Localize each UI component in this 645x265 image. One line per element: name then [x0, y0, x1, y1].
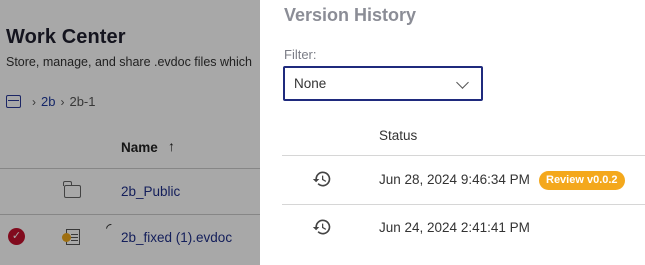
panel-title: Version History — [284, 5, 417, 25]
review-status-badge: Review v0.0.2 — [539, 171, 625, 190]
filter-label: Filter: — [284, 47, 317, 62]
filter-dropdown[interactable]: None — [283, 66, 483, 101]
filter-selected-value: None — [294, 76, 327, 91]
version-timestamp: Jun 24, 2024 2:41:41 PM — [379, 220, 530, 235]
version-timestamp: Jun 28, 2024 9:46:34 PM — [379, 172, 530, 187]
history-row[interactable]: Jun 28, 2024 9:46:34 PM Review v0.0.2 — [282, 156, 645, 204]
history-icon[interactable] — [312, 217, 332, 237]
modal-backdrop[interactable] — [0, 0, 260, 265]
history-row[interactable]: Jun 24, 2024 2:41:41 PM — [282, 204, 645, 252]
history-icon[interactable] — [312, 169, 332, 189]
history-table-header: Status — [284, 119, 645, 155]
status-column-header: Status — [379, 128, 418, 143]
version-history-panel: Version History Filter: None Status Jun … — [260, 0, 645, 265]
chevron-down-icon — [456, 76, 469, 89]
